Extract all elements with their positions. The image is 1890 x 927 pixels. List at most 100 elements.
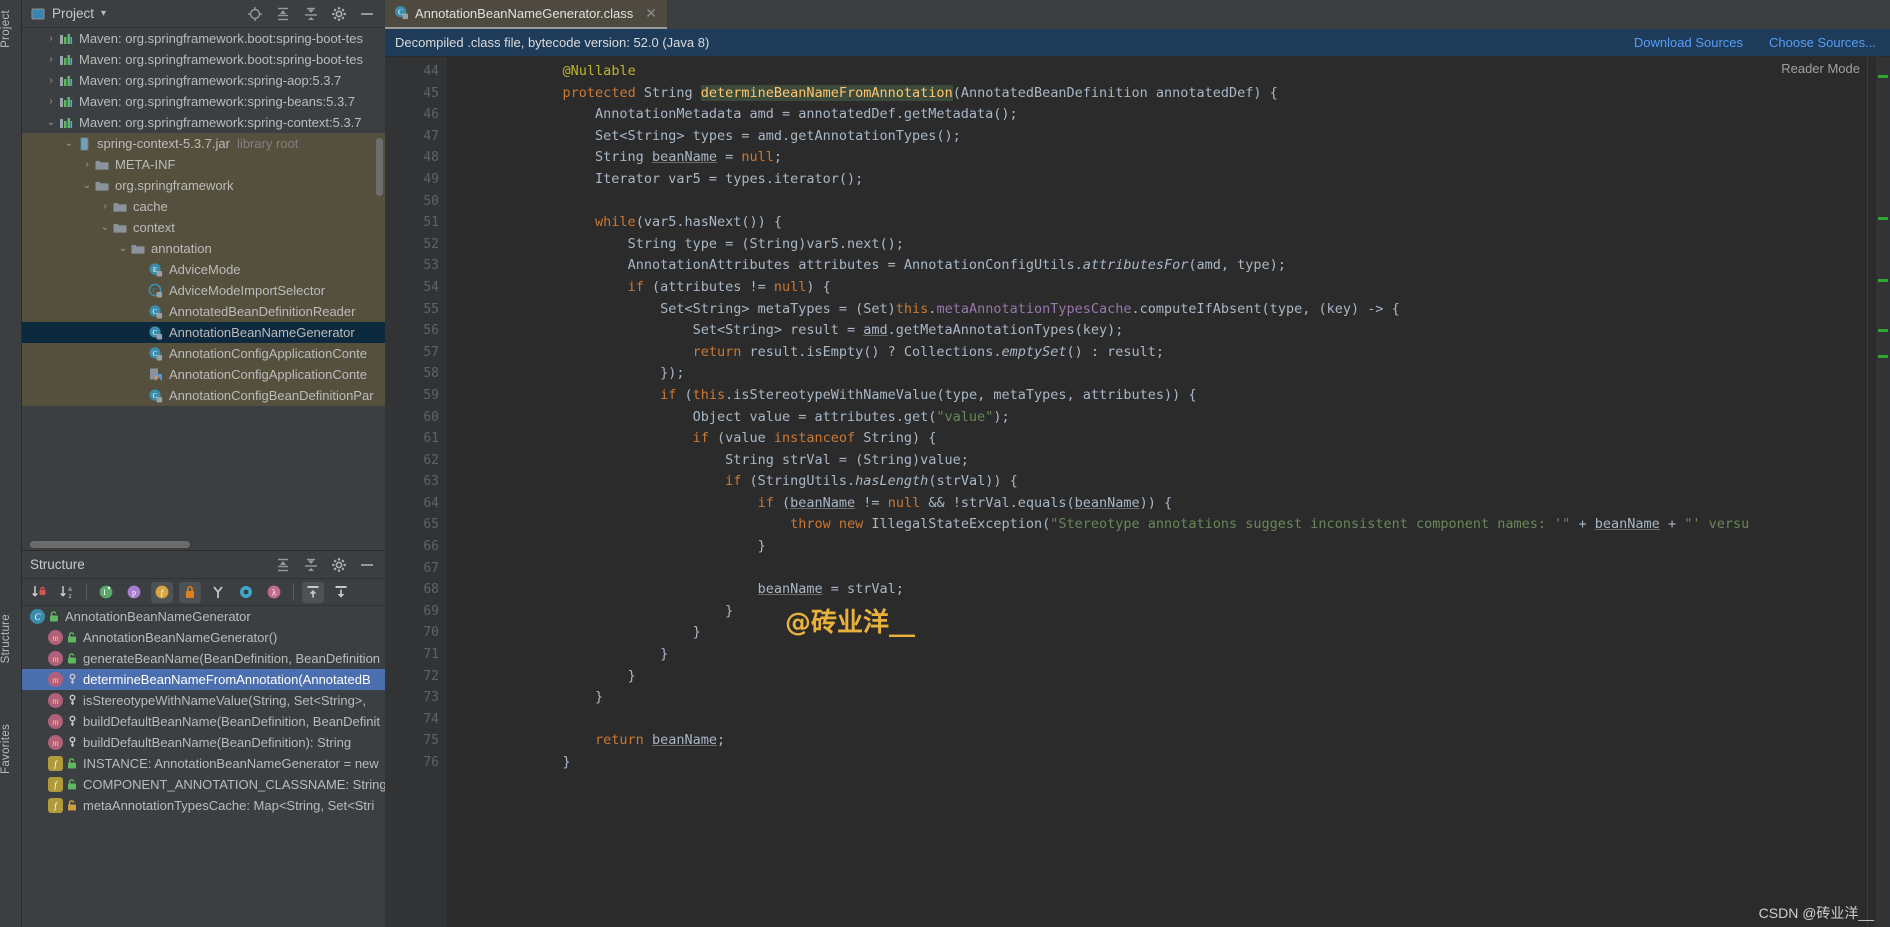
project-tree-vscrollbar[interactable] [376, 138, 383, 196]
download-sources-link[interactable]: Download Sources [1634, 35, 1743, 50]
structure-tree-item[interactable]: m AnnotationBeanNameGenerator() [22, 627, 385, 648]
chevron-down-icon[interactable]: ⌄ [116, 243, 130, 254]
structure-tree-item[interactable]: f COMPONENT_ANNOTATION_CLASSNAME: String [22, 774, 385, 795]
project-tree-item[interactable]: ⌄ org.springframework [22, 175, 385, 196]
code-line[interactable]: Object value = attributes.get("value"); [447, 407, 1890, 429]
code-line[interactable]: } [447, 687, 1890, 709]
structure-tree[interactable]: C AnnotationBeanNameGenerator m AnnotationB… [22, 606, 385, 927]
gear-icon[interactable] [331, 557, 347, 573]
show-lambdas-icon[interactable]: λ [263, 582, 285, 603]
structure-tree-item[interactable]: f INSTANCE: AnnotationBeanNameGenerator =… [22, 753, 385, 774]
code-line[interactable]: AnnotationAttributes attributes = Annota… [447, 255, 1890, 277]
chevron-right-icon[interactable]: › [98, 201, 112, 212]
project-tree-item[interactable]: › cache [22, 196, 385, 217]
project-tree-item[interactable]: › META-INF [22, 154, 385, 175]
chevron-down-icon[interactable]: ⌄ [80, 180, 94, 191]
project-tree-item[interactable]: C AnnotationBeanNameGenerator [22, 322, 385, 343]
code-line[interactable] [447, 191, 1890, 213]
code-line[interactable]: } [447, 666, 1890, 688]
project-tree-item[interactable]: ⌄ annotation [22, 238, 385, 259]
sort-alphabetically-icon[interactable]: az [56, 582, 78, 603]
code-line[interactable]: }); [447, 363, 1890, 385]
structure-tree-item[interactable]: m buildDefaultBeanName(BeanDefinition): S… [22, 732, 385, 753]
project-tree-item[interactable]: C AdviceModeImportSelector [22, 280, 385, 301]
sort-by-visibility-icon[interactable] [28, 582, 50, 603]
project-tree-hscrollbar[interactable] [30, 541, 190, 548]
code-line[interactable]: if (value instanceof String) { [447, 428, 1890, 450]
choose-sources-link[interactable]: Choose Sources... [1769, 35, 1876, 50]
code-line[interactable]: throw new IllegalStateException("Stereot… [447, 514, 1890, 536]
project-tree-item[interactable]: C AnnotatedBeanDefinitionReader [22, 301, 385, 322]
code-line[interactable]: return beanName; [447, 730, 1890, 752]
structure-tree-item[interactable]: f metaAnnotationTypesCache: Map<String, S… [22, 795, 385, 816]
project-tree-item[interactable]: ⌄ Maven: org.springframework:spring-conte… [22, 112, 385, 133]
code-line[interactable]: while(var5.hasNext()) { [447, 212, 1890, 234]
show-interfaces-icon[interactable] [235, 582, 257, 603]
code-line[interactable]: if (StringUtils.hasLength(strVal)) { [447, 471, 1890, 493]
chevron-down-icon[interactable]: ⌄ [44, 117, 58, 128]
project-tree-item[interactable]: › Maven: org.springframework.boot:spring-… [22, 49, 385, 70]
chevron-right-icon[interactable]: › [44, 96, 58, 107]
chevron-right-icon[interactable]: › [44, 33, 58, 44]
structure-tree-item[interactable]: m determineBeanNameFromAnnotation(Annotat… [22, 669, 385, 690]
code-viewport[interactable]: @Nullable protected String determineBean… [447, 57, 1890, 927]
code-line[interactable]: } [447, 752, 1890, 774]
project-tree-item[interactable]: ⌄ spring-context-5.3.7.jar library root [22, 133, 385, 154]
chevron-right-icon[interactable]: › [44, 75, 58, 86]
project-tree-item[interactable]: C AnnotationConfigBeanDefinitionPar [22, 385, 385, 406]
structure-tree-item[interactable]: m isStereotypeWithNameValue(String, Set<S… [22, 690, 385, 711]
code-line[interactable]: String beanName = null; [447, 147, 1890, 169]
code-line[interactable]: Set<String> result = amd.getMetaAnnotati… [447, 320, 1890, 342]
gear-icon[interactable] [331, 6, 347, 22]
project-tree-item[interactable]: › Maven: org.springframework.boot:spring-… [22, 28, 385, 49]
code-line[interactable] [447, 558, 1890, 580]
code-line[interactable]: } [447, 622, 1890, 644]
expand-all-icon[interactable] [275, 6, 291, 22]
collapse-all-icon[interactable] [330, 582, 352, 603]
show-non-public-icon[interactable] [179, 581, 201, 603]
code-line[interactable]: Set<String> metaTypes = (Set)this.metaAn… [447, 299, 1890, 321]
chevron-down-icon[interactable]: ▾ [101, 8, 106, 19]
collapse-all-icon[interactable] [303, 6, 319, 22]
code-line[interactable]: protected String determineBeanNameFromAn… [447, 83, 1890, 105]
chevron-down-icon[interactable]: ⌄ [98, 222, 112, 233]
chevron-right-icon[interactable]: › [80, 159, 94, 170]
code-line[interactable]: } [447, 644, 1890, 666]
code-line[interactable]: if (this.isStereotypeWithNameValue(type,… [447, 385, 1890, 407]
project-tree-item[interactable]: E AdviceMode [22, 259, 385, 280]
code-line[interactable]: @Nullable [447, 61, 1890, 83]
expand-all-icon[interactable] [275, 557, 291, 573]
project-tree-item[interactable]: › Maven: org.springframework:spring-aop:5… [22, 70, 385, 91]
structure-tree-item[interactable]: m buildDefaultBeanName(BeanDefinition, Be… [22, 711, 385, 732]
editor-tab-annotationbeannamegenerator[interactable]: C AnnotationBeanNameGenerator.class ✕ [385, 0, 667, 29]
code-line[interactable]: Iterator var5 = types.iterator(); [447, 169, 1890, 191]
rail-tab-structure[interactable]: Structure [0, 608, 22, 669]
show-fields-icon[interactable]: f [151, 581, 173, 603]
error-marker-bar[interactable] [1876, 57, 1890, 927]
code-line[interactable]: if (beanName != null && !strVal.equals(b… [447, 493, 1890, 515]
project-tree-item[interactable]: ⌄ context [22, 217, 385, 238]
minimize-icon[interactable] [359, 6, 375, 22]
code-line[interactable]: } [447, 536, 1890, 558]
structure-tree-item[interactable]: m generateBeanName(BeanDefinition, BeanDe… [22, 648, 385, 669]
locate-icon[interactable] [247, 6, 263, 22]
chevron-right-icon[interactable]: › [44, 54, 58, 65]
code-line[interactable]: return result.isEmpty() ? Collections.em… [447, 342, 1890, 364]
project-tree-item[interactable]: AnnotationConfigApplicationConte [22, 364, 385, 385]
code-line[interactable]: AnnotationMetadata amd = annotatedDef.ge… [447, 104, 1890, 126]
expand-all-icon[interactable] [302, 581, 324, 603]
code-line[interactable] [447, 709, 1890, 731]
code-line[interactable]: beanName = strVal; [447, 579, 1890, 601]
code-line[interactable]: String strVal = (String)value; [447, 450, 1890, 472]
project-tree[interactable]: C AnnotationConfigBeanDefinitionPar Annota… [22, 28, 385, 550]
rail-tab-project[interactable]: Project [0, 4, 22, 54]
project-tree-item[interactable]: C AnnotationConfigApplicationConte [22, 343, 385, 364]
chevron-down-icon[interactable]: ⌄ [62, 138, 76, 149]
project-tree-item[interactable]: › Maven: org.springframework:spring-beans… [22, 91, 385, 112]
show-properties-icon[interactable]: p [123, 582, 145, 603]
code-line[interactable]: Set<String> types = amd.getAnnotationTyp… [447, 126, 1890, 148]
structure-tree-item[interactable]: C AnnotationBeanNameGenerator [22, 606, 385, 627]
minimize-icon[interactable] [359, 557, 375, 573]
show-inherited-icon[interactable]: I [95, 582, 117, 603]
show-anonymous-classes-icon[interactable] [207, 582, 229, 603]
